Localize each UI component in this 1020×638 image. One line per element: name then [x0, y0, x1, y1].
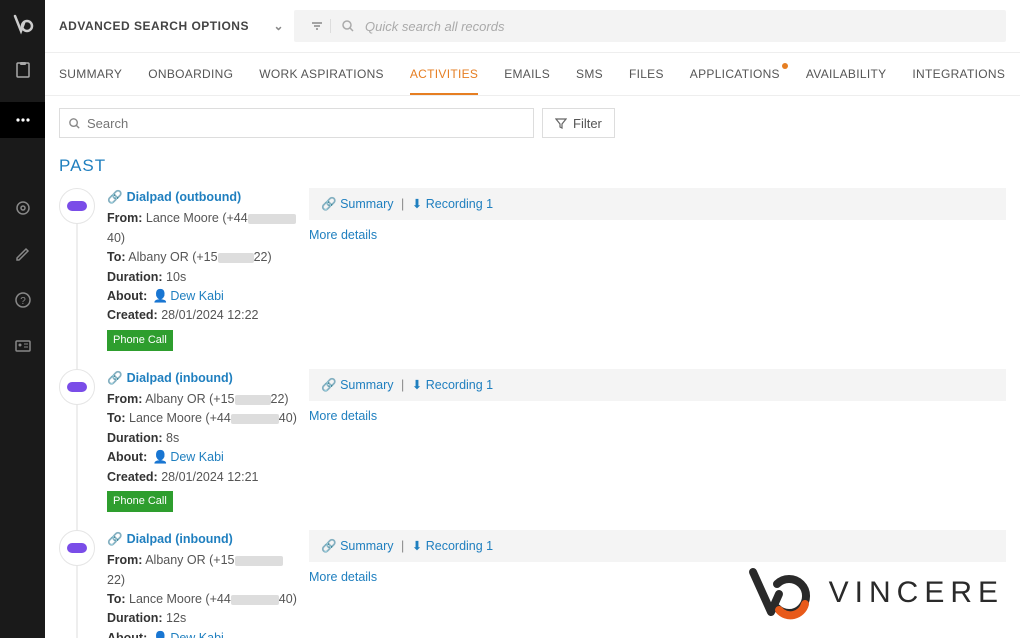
activity-links: 🔗 Summary | ⬇ Recording 1More details: [309, 188, 1006, 351]
activity-title[interactable]: 🔗Dialpad (inbound): [107, 530, 297, 549]
logo-icon[interactable]: [9, 10, 37, 38]
svg-text:?: ?: [20, 296, 26, 307]
tab-applications[interactable]: APPLICATIONS: [690, 67, 780, 95]
person-icon: 👤: [153, 289, 169, 303]
person-icon: 👤: [153, 631, 169, 638]
advanced-search-label: ADVANCED SEARCH OPTIONS: [59, 19, 249, 33]
tab-files[interactable]: FILES: [629, 67, 664, 95]
tab-availability[interactable]: AVAILABILITY: [806, 67, 887, 95]
link-icon: 🔗: [107, 371, 123, 385]
edit-icon[interactable]: [9, 240, 37, 268]
tab-summary[interactable]: SUMMARY: [59, 67, 122, 95]
more-icon[interactable]: [0, 102, 45, 138]
download-icon: ⬇: [412, 539, 422, 553]
filter-lines-icon[interactable]: [304, 19, 331, 33]
person-icon: 👤: [153, 450, 169, 464]
tab-onboarding[interactable]: ONBOARDING: [148, 67, 233, 95]
summary-link[interactable]: Summary: [340, 197, 393, 211]
tabs: SUMMARY ONBOARDING WORK ASPIRATIONS ACTIVIT…: [45, 53, 1020, 96]
more-details-link[interactable]: More details: [309, 409, 377, 423]
activity-links: 🔗 Summary | ⬇ Recording 1More details: [309, 369, 1006, 512]
activity-title[interactable]: 🔗Dialpad (inbound): [107, 369, 297, 388]
activity-marker-icon: [59, 369, 95, 405]
activity-details: 🔗Dialpad (inbound)From: Albany OR (+1522…: [107, 369, 297, 512]
download-icon: ⬇: [412, 378, 422, 392]
activity-search: [59, 108, 534, 138]
topbar: ADVANCED SEARCH OPTIONS ⌄: [45, 0, 1020, 53]
activity-details: 🔗Dialpad (outbound)From: Lance Moore (+4…: [107, 188, 297, 351]
link-icon: 🔗: [321, 378, 337, 392]
activity-title[interactable]: 🔗Dialpad (outbound): [107, 188, 297, 207]
toolbar: Filter: [45, 96, 1020, 150]
help-icon[interactable]: ?: [9, 286, 37, 314]
more-details-link[interactable]: More details: [309, 228, 377, 242]
tab-sms[interactable]: SMS: [576, 67, 603, 95]
link-icon: 🔗: [107, 532, 123, 546]
link-icon: 🔗: [321, 197, 337, 211]
brand-logo: VINCERE: [747, 564, 1004, 622]
tab-integrations[interactable]: INTEGRATIONS: [912, 67, 1005, 95]
filter-label: Filter: [573, 116, 602, 131]
quick-search-bar: [294, 10, 1006, 42]
funnel-icon: [555, 117, 567, 129]
section-title: PAST: [59, 156, 1006, 176]
brand-text: VINCERE: [829, 576, 1004, 610]
summary-link[interactable]: Summary: [340, 539, 393, 553]
activity-search-input[interactable]: [87, 116, 525, 131]
contact-card-icon[interactable]: [9, 332, 37, 360]
search-icon: [341, 19, 355, 33]
activity-tag: Phone Call: [107, 330, 173, 351]
tab-emails[interactable]: EMAILS: [504, 67, 550, 95]
clipboard-icon[interactable]: [9, 56, 37, 84]
tab-work-aspirations[interactable]: WORK ASPIRATIONS: [259, 67, 384, 95]
activity-item: 🔗Dialpad (inbound)From: Albany OR (+1522…: [59, 369, 1006, 512]
filter-button[interactable]: Filter: [542, 108, 615, 138]
advanced-search-toggle[interactable]: ADVANCED SEARCH OPTIONS ⌄: [59, 19, 284, 33]
activity-marker-icon: [59, 188, 95, 224]
tab-activities[interactable]: ACTIVITIES: [410, 67, 478, 95]
recording-link[interactable]: Recording 1: [426, 197, 493, 211]
download-icon: ⬇: [412, 197, 422, 211]
activity-details: 🔗Dialpad (inbound)From: Albany OR (+1522…: [107, 530, 297, 638]
activity-marker-icon: [59, 530, 95, 566]
quick-search-input[interactable]: [365, 19, 996, 34]
link-icon: 🔗: [321, 539, 337, 553]
activity-item: 🔗Dialpad (outbound)From: Lance Moore (+4…: [59, 188, 1006, 351]
sidebar: ?: [0, 0, 45, 638]
activity-tag: Phone Call: [107, 491, 173, 512]
summary-link[interactable]: Summary: [340, 378, 393, 392]
more-details-link[interactable]: More details: [309, 570, 377, 584]
chevron-down-icon: ⌄: [273, 19, 284, 33]
search-icon: [68, 117, 81, 130]
notification-dot-icon: [782, 63, 788, 69]
link-icon: 🔗: [107, 190, 123, 204]
recording-link[interactable]: Recording 1: [426, 378, 493, 392]
settings-icon[interactable]: [9, 194, 37, 222]
brand-mark-icon: [747, 564, 817, 622]
recording-link[interactable]: Recording 1: [426, 539, 493, 553]
